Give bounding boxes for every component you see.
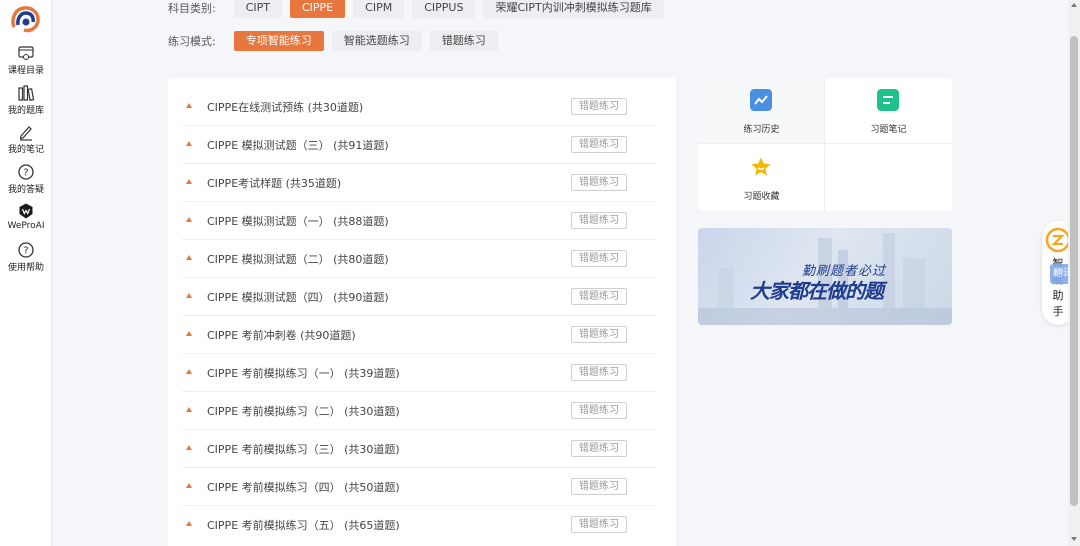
subject-chip-cipt-internal[interactable]: 荣耀CIPT内训冲刺模拟练习题库 (483, 0, 664, 18)
svg-text:?: ? (23, 246, 28, 257)
mode-chip-special[interactable]: 专项智能练习 (233, 31, 324, 51)
list-item[interactable]: CIPPE 考前冲刺卷 (共90道题) 错题练习 (182, 316, 656, 354)
scrollbar[interactable] (1068, 0, 1080, 546)
wrong-practice-button[interactable]: 错题练习 (571, 288, 627, 305)
exercise-title[interactable]: CIPPE 考前模拟练习（二） (共30道题) (207, 403, 400, 419)
expand-arrow-icon (186, 217, 192, 222)
exercise-title[interactable]: CIPPE 模拟测试题（二） (共80道题) (207, 251, 389, 267)
wrong-practice-button[interactable]: 错题练习 (571, 364, 627, 381)
expand-arrow-icon (186, 293, 192, 298)
note-list-icon (877, 89, 899, 111)
question-bank-icon (18, 85, 35, 101)
expand-arrow-icon (186, 141, 192, 146)
sidebar-item-help[interactable]: ? 使用帮助 (0, 241, 52, 273)
expand-arrow-icon (186, 483, 192, 488)
list-item[interactable]: CIPPE 模拟测试题（三） (共91道题) 错题练习 (182, 126, 656, 164)
banner-slogan-big: 大家都在做的题 (750, 279, 884, 303)
expand-arrow-icon (186, 331, 192, 336)
subject-filter-label: 科目类别: (168, 2, 216, 15)
sidebar-item-notes[interactable]: 我的笔记 (0, 123, 52, 155)
exercise-title[interactable]: CIPPE在线测试预练 (共30道题) (207, 99, 363, 115)
list-item[interactable]: CIPPE 考前模拟练习（三） (共30道题) 错题练习 (182, 430, 656, 468)
exercise-title[interactable]: CIPPE 考前冲刺卷 (共90道题) (207, 327, 356, 343)
svg-text:?: ? (23, 168, 28, 179)
exercise-title[interactable]: CIPPE 考前模拟练习（一） (共39道题) (207, 365, 400, 381)
expand-arrow-icon (186, 445, 192, 450)
subject-filter: 科目类别: CIPT CIPPE CIPM CIPPUS 荣耀CIPT内训冲刺模… (168, 0, 672, 19)
exercise-title[interactable]: CIPPE 模拟测试题（三） (共91道题) (207, 137, 389, 153)
mode-chip-smart[interactable]: 智能选题练习 (331, 31, 422, 51)
exercise-title[interactable]: CIPPE 考前模拟练习（五） (共65道题) (207, 517, 400, 533)
exercise-title[interactable]: CIPPE 模拟测试题（四） (共90道题) (207, 289, 389, 305)
sidebar-item-question-bank[interactable]: 我的题库 (0, 84, 52, 116)
sidebar-item-qa[interactable]: ? 我的答疑 (0, 163, 52, 195)
exercise-favorites-tool[interactable]: 习题收藏 (698, 145, 825, 211)
scroll-down-arrow-icon[interactable] (1071, 537, 1077, 541)
expand-arrow-icon (186, 407, 192, 412)
subject-chip-cippus[interactable]: CIPPUS (412, 0, 476, 18)
list-item[interactable]: CIPPE 考前模拟练习（五） (共65道题) 错题练习 (182, 506, 656, 544)
wrong-practice-button[interactable]: 错题练习 (571, 440, 627, 457)
wrong-practice-button[interactable]: 错题练习 (571, 174, 627, 191)
scroll-thumb[interactable] (1070, 36, 1078, 506)
exercise-title[interactable]: CIPPE 模拟测试题（一） (共88道题) (207, 213, 389, 229)
sidebar-item-label: 我的题库 (7, 106, 44, 116)
subject-chip-cipm[interactable]: CIPM (353, 0, 405, 18)
expand-arrow-icon (186, 255, 192, 260)
promo-banner[interactable]: 勤刷题者必过 大家都在做的题 (698, 228, 952, 325)
question-help-icon: ? (18, 164, 34, 180)
sidebar-item-label: WeProAI (7, 221, 45, 231)
weprolearn-logo[interactable] (9, 5, 43, 35)
tool-label: 练习历史 (743, 125, 780, 135)
list-item[interactable]: CIPPE 考前模拟练习（四） (共50道题) 错题练习 (182, 468, 656, 506)
sidebar-item-weproai[interactable]: WeProAI (0, 202, 52, 231)
exercise-notes-tool[interactable]: 习题笔记 (825, 78, 952, 144)
wrong-practice-button[interactable]: 错题练习 (571, 98, 627, 115)
list-item[interactable]: CIPPE考试样题 (共35道题) 错题练习 (182, 164, 656, 202)
weproai-icon (19, 203, 33, 219)
expand-arrow-icon (186, 103, 192, 108)
mode-filter: 练习模式: 专项智能练习 智能选题练习 错题练习 (168, 30, 506, 52)
mode-chip-wrong[interactable]: 错题练习 (429, 31, 498, 51)
exercise-title[interactable]: CIPPE考试样题 (共35道题) (207, 175, 341, 191)
wrong-practice-button[interactable]: 错题练习 (571, 212, 627, 229)
tool-label: 习题笔记 (870, 125, 907, 135)
practice-history-tool[interactable]: 练习历史 (698, 78, 825, 144)
chart-trend-icon (750, 89, 772, 111)
wrong-practice-button[interactable]: 错题练习 (571, 516, 627, 533)
help-icon: ? (18, 242, 34, 258)
left-sidebar: 课程目录 我的题库 我的笔记 ? 我的答疑 WeProAI ? 使用帮助 (0, 0, 52, 546)
subject-chip-cippe[interactable]: CIPPE (290, 0, 346, 18)
sidebar-item-label: 我的答疑 (7, 185, 44, 195)
list-item[interactable]: CIPPE 考前模拟练习（二） (共30道题) 错题练习 (182, 392, 656, 430)
tools-panel: 练习历史 习题笔记 习题收藏 (698, 78, 952, 211)
wrong-practice-button[interactable]: 错题练习 (571, 250, 627, 267)
star-icon (751, 157, 771, 176)
sidebar-item-label: 课程目录 (7, 66, 44, 76)
wrong-practice-button[interactable]: 错题练习 (571, 402, 627, 419)
notes-pen-icon (19, 126, 32, 141)
list-item[interactable]: CIPPE 模拟测试题（四） (共90道题) 错题练习 (182, 278, 656, 316)
expand-arrow-icon (186, 369, 192, 374)
expand-arrow-icon (186, 521, 192, 526)
sidebar-item-label: 我的笔记 (7, 145, 44, 155)
wrong-practice-button[interactable]: 错题练习 (571, 136, 627, 153)
expand-arrow-icon (186, 179, 192, 184)
tool-label: 习题收藏 (743, 192, 780, 202)
sidebar-item-course-catalog[interactable]: 课程目录 (0, 44, 52, 76)
exercise-title[interactable]: CIPPE 考前模拟练习（三） (共30道题) (207, 441, 400, 457)
exercise-list: CIPPE在线测试预练 (共30道题) 错题练习 CIPPE 模拟测试题（三） … (168, 78, 676, 546)
course-catalog-icon (18, 46, 34, 60)
mode-filter-label: 练习模式: (168, 35, 216, 48)
scroll-up-arrow-icon[interactable] (1071, 3, 1077, 7)
list-item[interactable]: CIPPE在线测试预练 (共30道题) 错题练习 (182, 88, 656, 126)
list-item[interactable]: CIPPE 考前模拟练习（一） (共39道题) 错题练习 (182, 354, 656, 392)
exercise-title[interactable]: CIPPE 考前模拟练习（四） (共50道题) (207, 479, 400, 495)
subject-chip-cipt[interactable]: CIPT (233, 0, 282, 18)
list-item[interactable]: CIPPE 模拟测试题（二） (共80道题) 错题练习 (182, 240, 656, 278)
wrong-practice-button[interactable]: 错题练习 (571, 326, 627, 343)
list-item[interactable]: CIPPE 模拟测试题（一） (共88道题) 错题练习 (182, 202, 656, 240)
sidebar-item-label: 使用帮助 (7, 263, 44, 273)
wrong-practice-button[interactable]: 错题练习 (571, 478, 627, 495)
